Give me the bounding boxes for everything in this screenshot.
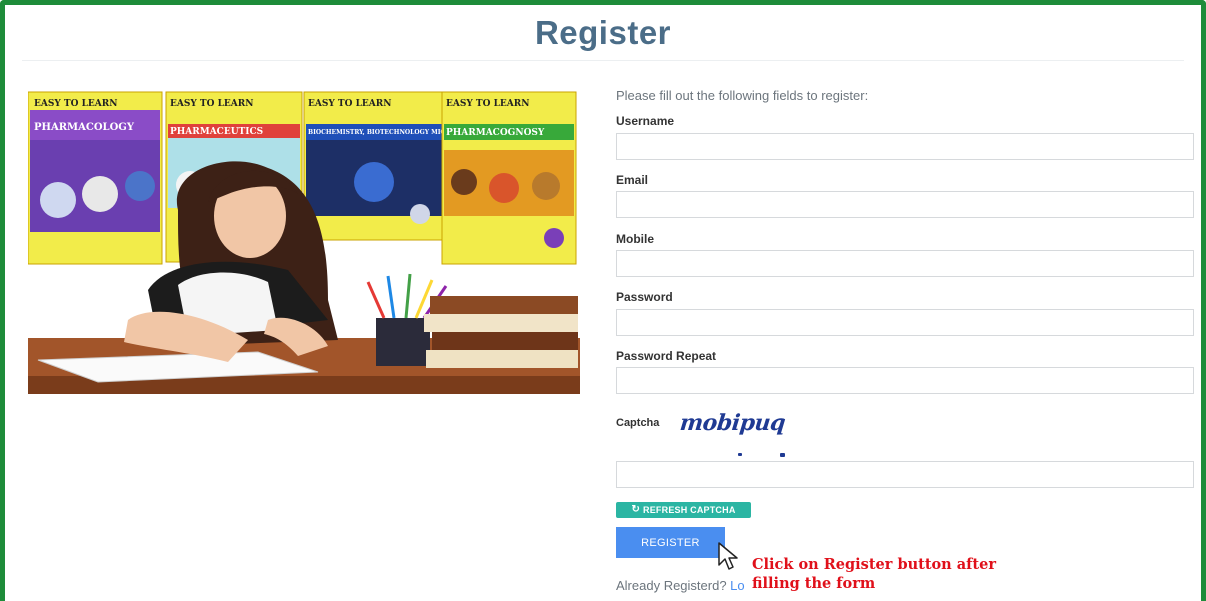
captcha-image-text: mobipuq bbox=[678, 410, 787, 436]
captcha-label: Captcha bbox=[616, 417, 660, 429]
username-field[interactable] bbox=[616, 133, 1194, 160]
book-1-top-label: EASY TO LEARN bbox=[34, 99, 117, 109]
form-intro-text: Please fill out the following fields to … bbox=[616, 88, 869, 103]
already-registered-text: Already Registerd? Lo bbox=[616, 578, 745, 593]
password-repeat-field[interactable] bbox=[616, 367, 1194, 394]
book-2-top-label: EASY TO LEARN bbox=[170, 99, 253, 109]
refresh-captcha-label: REFRESH CAPTCHA bbox=[643, 505, 736, 515]
book-2-subject: PHARMACEUTICS bbox=[170, 127, 263, 137]
illustration-svg: EASY TO LEARN PHARMACOLOGY EASY TO LEARN… bbox=[28, 91, 580, 394]
title-divider bbox=[22, 60, 1184, 61]
book-1-subject: PHARMACOLOGY bbox=[34, 122, 135, 133]
book-4-top-label: EASY TO LEARN bbox=[446, 99, 529, 109]
book-3-top-label: EASY TO LEARN bbox=[308, 99, 391, 109]
email-field[interactable] bbox=[616, 191, 1194, 218]
annotation-line-1: Click on Register button after bbox=[752, 556, 996, 573]
book-4-subject: PHARMACOGNOSY bbox=[446, 128, 545, 138]
login-link[interactable]: Lo bbox=[730, 578, 744, 593]
book-stack bbox=[424, 296, 578, 368]
email-label: Email bbox=[616, 173, 649, 187]
login-prompt: Already Registerd? bbox=[616, 578, 731, 593]
book-cover-pharmacology: EASY TO LEARN PHARMACOLOGY bbox=[28, 91, 163, 265]
refresh-icon: ↻ bbox=[631, 504, 641, 515]
register-button[interactable]: REGISTER bbox=[616, 527, 725, 558]
register-button-label: REGISTER bbox=[641, 536, 700, 549]
book-cover-pharmacognosy: EASY TO LEARN PHARMACOGNOSY bbox=[441, 91, 577, 265]
mouse-pointer-icon bbox=[718, 542, 738, 570]
annotation-line-2: filling the form bbox=[752, 575, 876, 592]
page-title: Register bbox=[534, 14, 672, 51]
refresh-captcha-button[interactable]: ↻ REFRESH CAPTCHA bbox=[616, 502, 751, 518]
mobile-label: Mobile bbox=[616, 232, 654, 246]
password-label: Password bbox=[616, 290, 673, 304]
instruction-annotation: Click on Register button after filling t… bbox=[752, 555, 996, 593]
captcha-image: mobipuq bbox=[678, 410, 800, 462]
password-repeat-label: Password Repeat bbox=[616, 349, 717, 363]
username-label: Username bbox=[616, 114, 675, 128]
captcha-noise bbox=[738, 453, 790, 457]
pencil-cup bbox=[376, 318, 430, 366]
study-material-illustration: EASY TO LEARN PHARMACOLOGY EASY TO LEARN… bbox=[28, 90, 580, 394]
mobile-field[interactable] bbox=[616, 250, 1194, 277]
password-field[interactable] bbox=[616, 309, 1194, 336]
captcha-field[interactable] bbox=[616, 461, 1194, 488]
